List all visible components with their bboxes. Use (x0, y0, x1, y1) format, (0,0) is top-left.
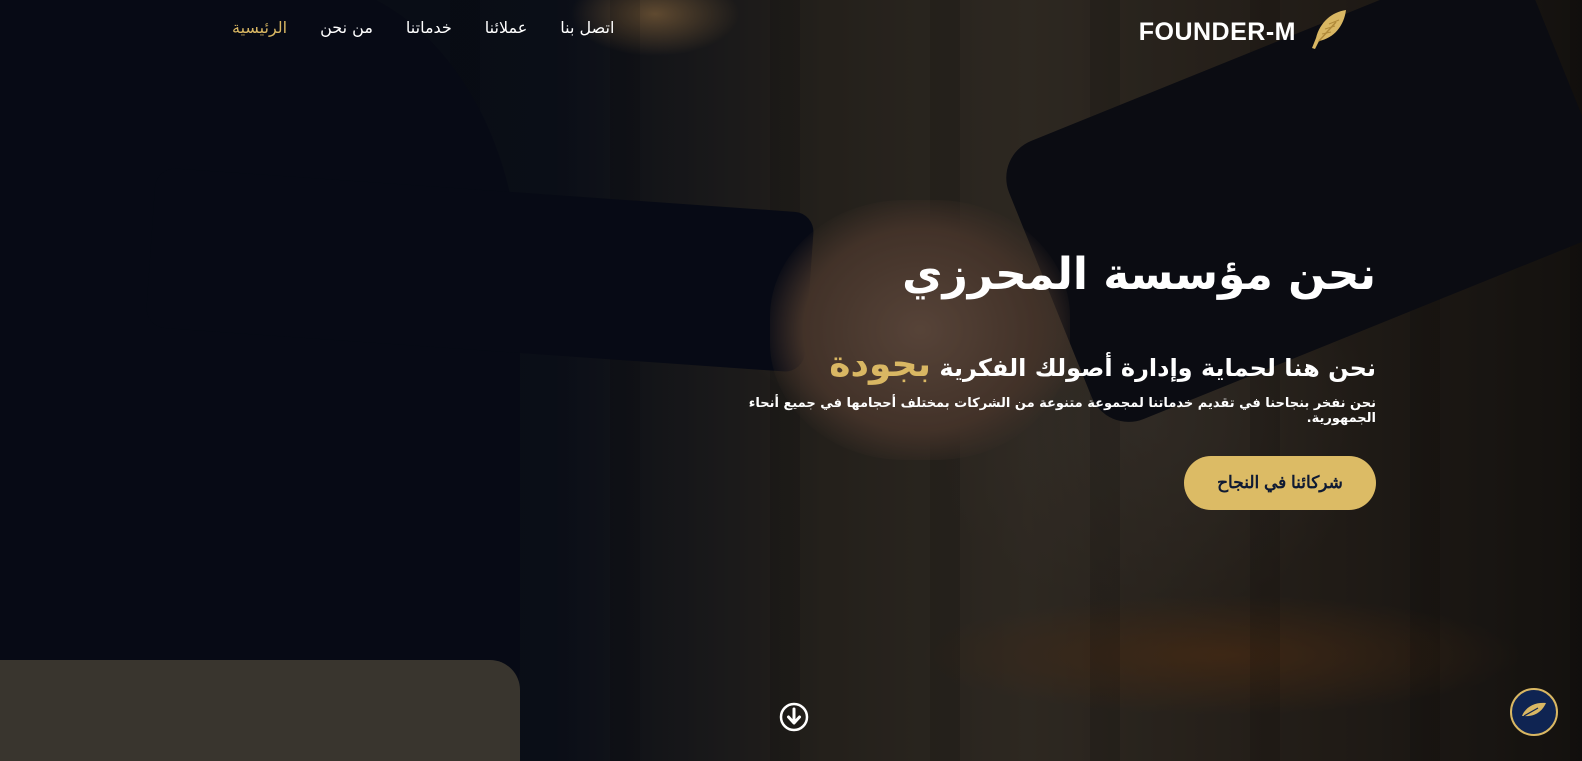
main-menu: الرئيسية من نحن خدماتنا عملائنا اتصل بنا (232, 18, 614, 37)
partners-button[interactable]: شركائنا في النجاح (1184, 456, 1376, 510)
hero-subtitle-text: نحن هنا لحماية وإدارة أصولك الفكرية (939, 354, 1376, 383)
feather-icon (1520, 700, 1548, 724)
hero-section: FOUNDER-M الرئيسية من نحن خدماتنا عملائن… (0, 0, 1582, 761)
hero-description: نحن نفخر بنجاحنا في تقديم خدماتنا لمجموع… (748, 396, 1376, 427)
arrow-down-circle-icon[interactable] (779, 702, 809, 732)
hero-subtitle: نحن هنا لحماية وإدارة أصولك الفكرية بجود… (676, 343, 1376, 386)
nav-item-about[interactable]: من نحن (320, 18, 373, 37)
nav-item-contact[interactable]: اتصل بنا (560, 18, 614, 37)
top-navbar: FOUNDER-M الرئيسية من نحن خدماتنا عملائن… (0, 0, 1582, 62)
nav-item-home[interactable]: الرئيسية (232, 18, 287, 37)
brand-logo[interactable]: FOUNDER-M (1138, 10, 1350, 52)
brand-name: FOUNDER-M (1138, 17, 1296, 46)
feather-icon (1306, 8, 1350, 56)
nav-item-clients[interactable]: عملائنا (485, 18, 528, 37)
floating-action-button[interactable] (1510, 688, 1558, 736)
hero-title: نحن مؤسسة المحرزي (902, 249, 1376, 300)
nav-item-services[interactable]: خدماتنا (406, 18, 452, 37)
hero-subtitle-accent: بجودة (829, 344, 932, 386)
hero-content: نحن مؤسسة المحرزي نحن هنا لحماية وإدارة … (676, 246, 1376, 426)
